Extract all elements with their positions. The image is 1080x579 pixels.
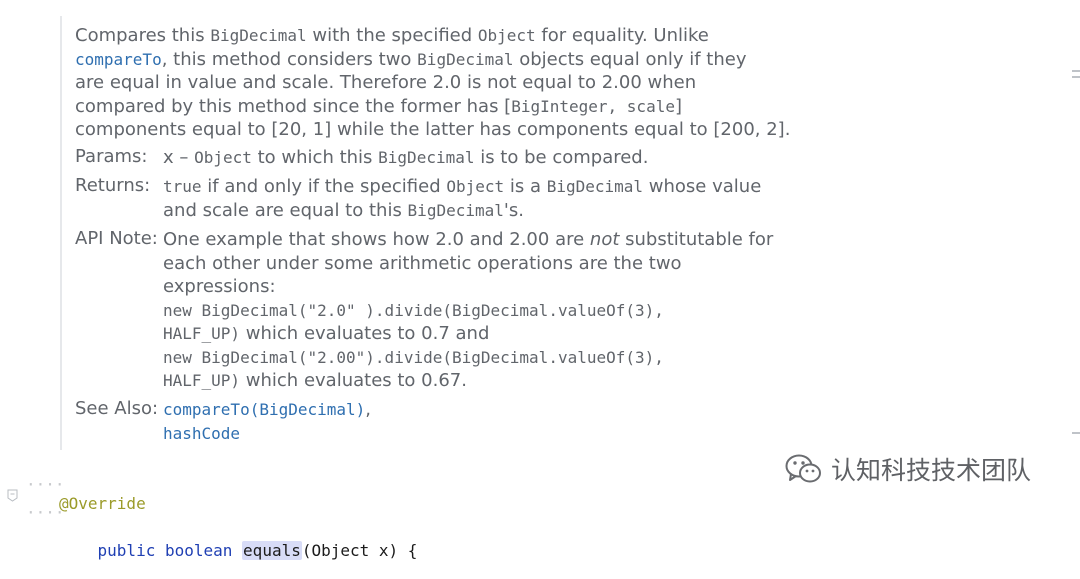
doc-text: x – bbox=[163, 147, 195, 168]
doc-text: objects equal only if they bbox=[513, 48, 747, 70]
doc-text: each other under some arithmetic operati… bbox=[163, 252, 682, 274]
doc-line: expressions: bbox=[163, 275, 276, 299]
method-params: (Object x) { bbox=[301, 541, 418, 560]
doc-text: which evaluates to 0.67. bbox=[240, 370, 467, 391]
doc-link[interactable]: compareTo bbox=[75, 50, 162, 69]
doc-line: new BigDecimal("2.00").divide(BigDecimal… bbox=[163, 346, 664, 370]
code-reference: Object bbox=[477, 26, 536, 45]
doc-text: 's. bbox=[503, 199, 524, 221]
doc-text: One example that shows how 2.0 and 2.00 … bbox=[163, 229, 590, 250]
doc-see-also-label: See Also: bbox=[75, 398, 159, 419]
code-reference: BigDecimal bbox=[546, 177, 644, 196]
doc-link[interactable]: compareTo(BigDecimal) bbox=[163, 400, 365, 419]
doc-line: Compares this BigDecimal with the specif… bbox=[75, 24, 709, 48]
doc-line: each other under some arithmetic operati… bbox=[163, 252, 682, 276]
doc-line: compareTo, this method considers two Big… bbox=[75, 48, 747, 72]
doc-params-label: Params: bbox=[75, 146, 148, 167]
indent-guide: ···· bbox=[26, 503, 65, 522]
doc-text: ] bbox=[674, 95, 682, 117]
doc-text: for equality. Unlike bbox=[535, 25, 709, 46]
method-signature[interactable]: public boolean equals(Object x) { bbox=[59, 522, 417, 579]
doc-line: HALF_UP) which evaluates to 0.67. bbox=[163, 369, 467, 393]
doc-text: Compares this bbox=[75, 25, 211, 46]
code-line-annotation[interactable]: ···· @Override bbox=[0, 456, 146, 513]
method-name-equals[interactable]: equals bbox=[242, 541, 302, 560]
keyword-boolean: boolean bbox=[164, 541, 233, 560]
doc-text: is to be compared. bbox=[474, 147, 649, 168]
indent-guide: ···· bbox=[26, 475, 65, 494]
doc-line: new BigDecimal("2.0" ).divide(BigDecimal… bbox=[163, 299, 664, 323]
doc-text: if and only if the specified bbox=[201, 176, 447, 197]
doc-line: compared by this method since the former… bbox=[75, 95, 682, 119]
code-reference: Object bbox=[194, 148, 252, 167]
code-line-method-signature[interactable]: ···· public boolean equals(Object x) { bbox=[0, 484, 417, 560]
override-annotation[interactable]: @Override bbox=[59, 494, 146, 513]
doc-text: , this method considers two bbox=[161, 48, 418, 70]
code-reference: new BigDecimal("2.00").divide(BigDecimal… bbox=[163, 347, 664, 367]
doc-text: with the specified bbox=[306, 25, 478, 46]
doc-text: substitutable for bbox=[619, 229, 774, 250]
code-reference: BigDecimal bbox=[407, 200, 504, 220]
code-reference: HALF_UP) bbox=[163, 371, 241, 390]
doc-text: are equal in value and scale. Therefore … bbox=[75, 72, 697, 93]
doc-line: compareTo(BigDecimal), bbox=[163, 398, 371, 422]
code-reference: true bbox=[163, 177, 202, 196]
doc-line: true if and only if the specified Object… bbox=[163, 175, 761, 199]
doc-link[interactable]: hashCode bbox=[163, 424, 240, 443]
watermark: 认知科技技术团队 bbox=[785, 452, 1031, 486]
code-reference: BigDecimal bbox=[417, 49, 514, 69]
code-reference: Object bbox=[446, 177, 505, 196]
doc-text: , bbox=[365, 399, 372, 420]
doc-line: HALF_UP) which evaluates to 0.7 and bbox=[163, 322, 489, 346]
doc-text: is a bbox=[504, 176, 547, 197]
code-reference: new BigDecimal("2.0" ).divide(BigDecimal… bbox=[163, 300, 664, 320]
doc-api-note-label: API Note: bbox=[75, 228, 158, 249]
doc-text: and scale are equal to this bbox=[163, 199, 408, 221]
doc-text: whose value bbox=[643, 176, 762, 197]
scroll-marker[interactable] bbox=[1072, 432, 1080, 434]
scroll-marker[interactable] bbox=[1072, 76, 1080, 78]
scroll-marker[interactable] bbox=[1072, 70, 1080, 72]
doc-text: to which this bbox=[251, 147, 379, 168]
javadoc-popup: Compares this BigDecimal with the specif… bbox=[60, 16, 1072, 450]
wechat-icon bbox=[785, 454, 821, 483]
doc-text: compared by this method since the former… bbox=[75, 95, 512, 117]
doc-line: and scale are equal to this BigDecimal's… bbox=[163, 199, 524, 223]
code-reference: HALF_UP) bbox=[163, 324, 241, 343]
keyword-public: public bbox=[97, 541, 156, 560]
doc-line: hashCode bbox=[163, 422, 240, 446]
watermark-text: 认知科技技术团队 bbox=[831, 456, 1032, 485]
doc-text: components equal to [20, 1] while the la… bbox=[75, 119, 791, 140]
code-reference: BigInteger, scale bbox=[511, 96, 675, 116]
emphasis-text: not bbox=[589, 229, 620, 250]
doc-line: One example that shows how 2.0 and 2.00 … bbox=[163, 228, 773, 252]
code-reference: BigDecimal bbox=[210, 26, 307, 45]
doc-line: are equal in value and scale. Therefore … bbox=[75, 71, 696, 95]
code-reference: BigDecimal bbox=[378, 148, 475, 167]
doc-line: components equal to [20, 1] while the la… bbox=[75, 118, 790, 142]
doc-text: expressions: bbox=[163, 276, 276, 297]
doc-text: which evaluates to 0.7 and bbox=[240, 323, 490, 344]
doc-line: x – Object to which this BigDecimal is t… bbox=[163, 146, 648, 170]
doc-returns-label: Returns: bbox=[75, 175, 151, 196]
